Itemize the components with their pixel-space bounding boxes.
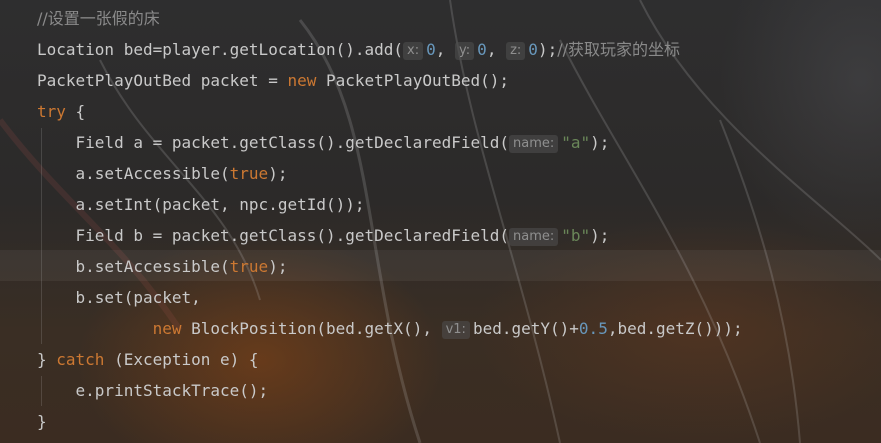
code-line[interactable]: b.setAccessible(true); — [37, 251, 288, 282]
code-line[interactable]: a.setAccessible(true); — [37, 158, 288, 189]
parameter-hint: name: — [509, 228, 559, 246]
code-line[interactable]: b.set(packet, — [37, 282, 201, 313]
code-token: PacketPlayOutBed packet = — [37, 71, 288, 90]
code-token: true — [229, 257, 269, 276]
code-token: "a" — [561, 133, 591, 152]
parameter-hint: z: — [506, 42, 526, 60]
code-token: true — [229, 164, 269, 183]
parameter-hint: y: — [455, 42, 475, 60]
code-line[interactable]: PacketPlayOutBed packet = new PacketPlay… — [37, 65, 509, 96]
code-token: "b" — [561, 226, 591, 245]
code-line[interactable]: Location bed=player.getLocation().add(x:… — [37, 34, 680, 65]
code-token: ); — [268, 164, 288, 183]
code-comment: //获取玩家的坐标 — [557, 40, 680, 59]
code-token: a.setInt(packet, npc.getId()); — [37, 195, 365, 214]
code-token: ,bed.getZ())); — [607, 319, 743, 338]
parameter-hint: name: — [509, 135, 559, 153]
code-line[interactable]: } — [37, 406, 47, 437]
code-editor[interactable]: //设置一张假的床 Location bed=player.getLocation… — [0, 0, 881, 443]
code-token: ); — [537, 40, 558, 59]
code-token: bed.getY()+ — [472, 319, 579, 338]
code-line[interactable]: } catch (Exception e) { — [37, 344, 259, 375]
code-token: ); — [590, 133, 610, 152]
code-token: catch — [56, 350, 105, 369]
code-token: new — [287, 71, 317, 90]
code-token: 0 — [528, 40, 538, 59]
code-token: try — [37, 102, 66, 121]
code-line[interactable]: try { — [37, 96, 85, 127]
code-token: Field b = packet.getClass().getDeclaredF… — [37, 226, 510, 245]
code-token: } — [37, 350, 57, 369]
code-token: { — [65, 102, 86, 121]
code-token: 0 — [426, 40, 436, 59]
code-token: PacketPlayOutBed(); — [316, 71, 510, 90]
code-line[interactable]: //设置一张假的床 — [37, 3, 160, 34]
code-line[interactable]: new BlockPosition(bed.getX(), v1: bed.get… — [37, 313, 743, 344]
code-token: , — [486, 40, 507, 59]
code-token: 0 — [477, 40, 487, 59]
code-token: , — [435, 40, 456, 59]
code-token: 0.5 — [578, 319, 608, 338]
code-token: a.setAccessible( — [37, 164, 230, 183]
code-line[interactable]: Field a = packet.getClass().getDeclaredF… — [37, 127, 609, 158]
code-token: ); — [590, 226, 610, 245]
code-token: BlockPosition(bed.getX(), — [181, 319, 442, 338]
code-token: Field a = packet.getClass().getDeclaredF… — [37, 133, 510, 152]
code-token: (Exception e) { — [104, 350, 259, 369]
code-line[interactable]: e.printStackTrace(); — [37, 375, 269, 406]
code-line[interactable]: Field b = packet.getClass().getDeclaredF… — [37, 220, 609, 251]
code-comment: //设置一张假的床 — [37, 9, 160, 28]
code-token: e.printStackTrace(); — [37, 381, 269, 400]
code-token: } — [37, 412, 47, 431]
code-token: new — [152, 319, 182, 338]
parameter-hint: x: — [403, 42, 424, 60]
code-token: Location bed=player.getLocation().add( — [37, 40, 404, 59]
parameter-hint: v1: — [441, 321, 470, 339]
code-token: ); — [268, 257, 288, 276]
code-token: b.set(packet, — [37, 288, 201, 307]
code-line[interactable]: a.setInt(packet, npc.getId()); — [37, 189, 365, 220]
code-token: b.setAccessible( — [37, 257, 230, 276]
